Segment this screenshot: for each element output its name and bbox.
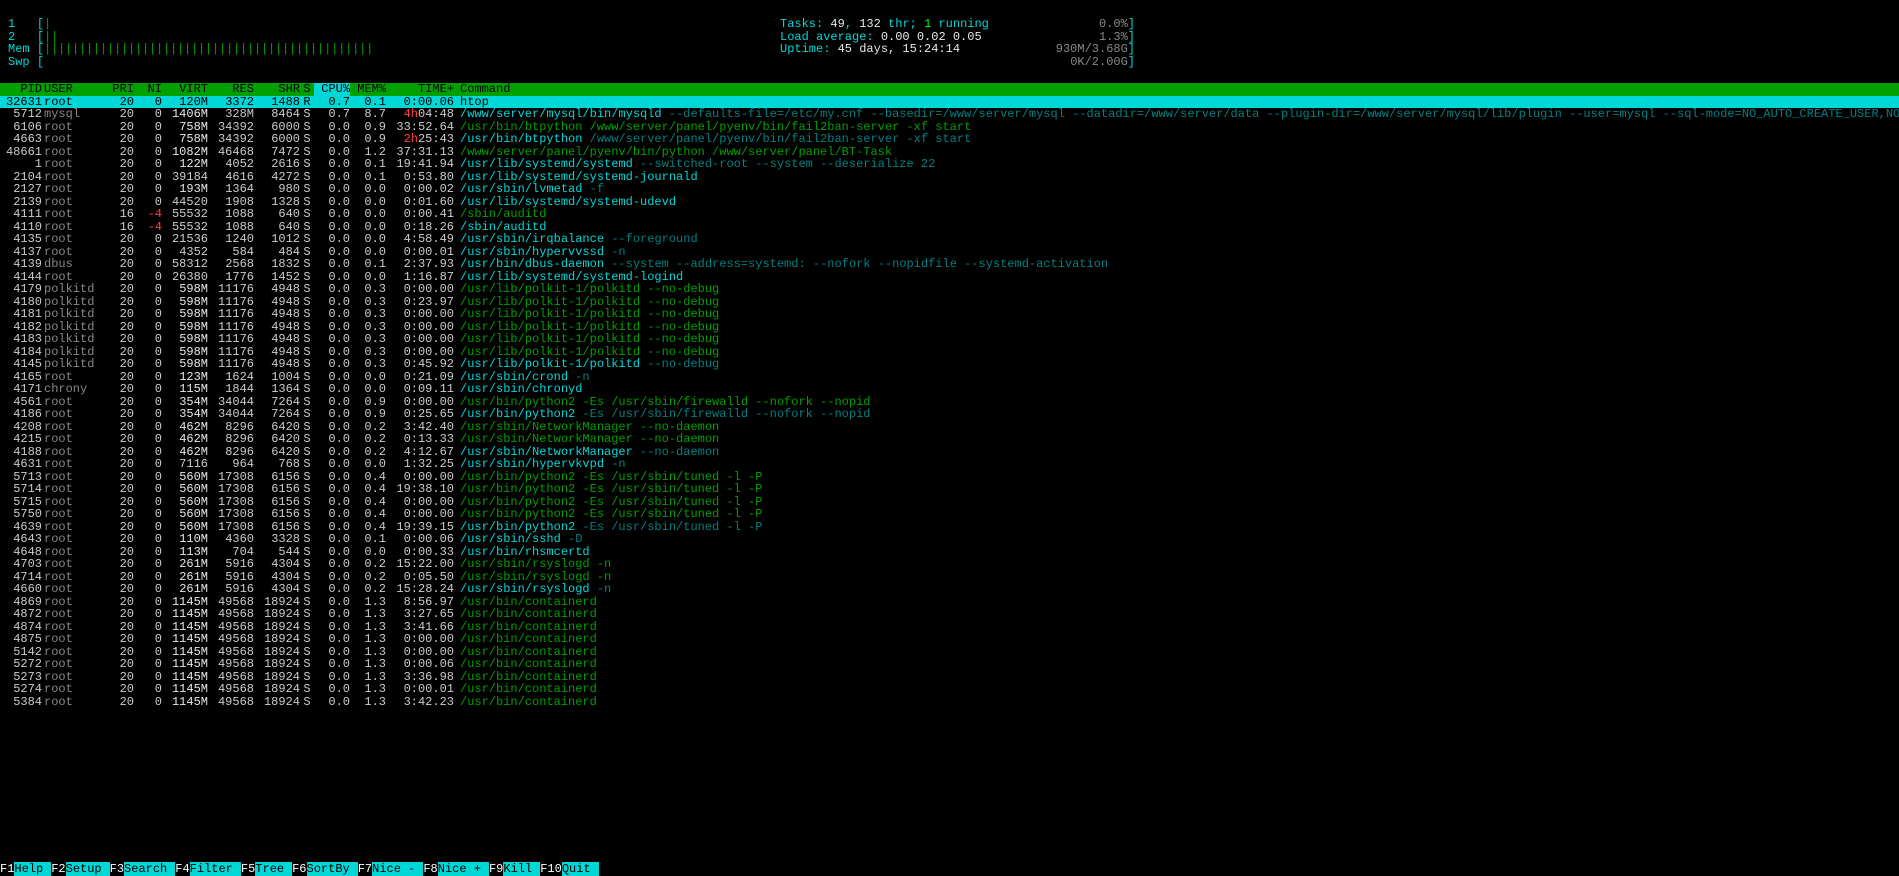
flabel-quit[interactable]: Quit — [562, 862, 599, 876]
flabel-tree[interactable]: Tree — [255, 862, 292, 876]
process-row[interactable]: 4215root200462M82966420S0.00.20:13.33/us… — [0, 433, 1899, 446]
cpu-mem-meters: 1 [| 2 [|| Mem [||||||||||||||||||||||||… — [8, 18, 373, 68]
process-row[interactable]: 4643root200110M43603328S0.00.10:00.06/us… — [0, 533, 1899, 546]
col-s[interactable]: S — [300, 83, 314, 96]
fkey-f10[interactable]: F10 — [540, 862, 562, 876]
flabel-nice +[interactable]: Nice + — [438, 862, 489, 876]
col-time[interactable]: TIME+ — [386, 83, 454, 96]
flabel-help[interactable]: Help — [14, 862, 51, 876]
swp-label: Swp — [8, 55, 30, 69]
fkey-f8[interactable]: F8 — [423, 862, 437, 876]
fkey-f4[interactable]: F4 — [175, 862, 189, 876]
process-row[interactable]: 2127root200193M1364980S0.00.00:00.02/usr… — [0, 183, 1899, 196]
process-row[interactable]: 5272root2001145M4956818924S0.01.30:00.06… — [0, 658, 1899, 671]
process-row[interactable]: 4660root200261M59164304S0.00.215:28.24/u… — [0, 583, 1899, 596]
function-key-bar[interactable]: F1HelpF2SetupF3SearchF4FilterF5TreeF6Sor… — [0, 863, 1899, 876]
process-list[interactable]: 32631root200120M33721488R0.70.10:00.06ht… — [0, 96, 1899, 709]
meter-values: 0.0%] 1.3%] 930M/3.68G] 0K/2.00G] — [1056, 18, 1135, 68]
process-row[interactable]: 4181polkitd200598M111764948S0.00.30:00.0… — [0, 308, 1899, 321]
fkey-f7[interactable]: F7 — [358, 862, 372, 876]
flabel-setup[interactable]: Setup — [66, 862, 110, 876]
swp-val: 0K/2.00G — [1070, 55, 1128, 69]
uptime-val: 45 days, 15:24:14 — [838, 42, 960, 56]
flabel-nice -[interactable]: Nice - — [372, 862, 423, 876]
process-row[interactable]: 5750root200560M173086156S0.00.40:00.00/u… — [0, 508, 1899, 521]
column-header[interactable]: PID USER PRI NI VIRT RES SHR S CPU% MEM%… — [0, 83, 1899, 96]
col-shr[interactable]: SHR — [254, 83, 300, 96]
col-user[interactable]: USER — [42, 83, 104, 96]
col-mem[interactable]: MEM% — [350, 83, 386, 96]
process-row[interactable]: 1root200122M40522616S0.00.119:41.94/usr/… — [0, 158, 1899, 171]
flabel-sortby[interactable]: SortBy — [307, 862, 358, 876]
process-row[interactable]: 4186root200354M340447264S0.00.90:25.65/u… — [0, 408, 1899, 421]
process-row[interactable]: 4631root2007116964768S0.00.01:32.25/usr/… — [0, 458, 1899, 471]
col-virt[interactable]: VIRT — [162, 83, 208, 96]
process-row[interactable]: 4135root2002153612401012S0.00.04:58.49/u… — [0, 233, 1899, 246]
process-row[interactable]: 4663root200758M343926000S0.00.92h25:43/u… — [0, 133, 1899, 146]
process-row[interactable]: 4139dbus2005831225681832S0.00.12:37.93/u… — [0, 258, 1899, 271]
process-row[interactable]: 4179polkitd200598M111764948S0.00.30:00.0… — [0, 283, 1899, 296]
process-row[interactable]: 5384root2001145M4956818924S0.01.33:42.23… — [0, 696, 1899, 709]
col-pri[interactable]: PRI — [104, 83, 134, 96]
col-cmd[interactable]: Command — [454, 83, 510, 96]
process-row[interactable]: 5274root2001145M4956818924S0.01.30:00.01… — [0, 683, 1899, 696]
process-row[interactable]: 4183polkitd200598M111764948S0.00.30:00.0… — [0, 333, 1899, 346]
process-row[interactable]: 4171chrony200115M18441364S0.00.00:09.11/… — [0, 383, 1899, 396]
process-row[interactable]: 4111root16-4555321088640S0.00.00:00.41/s… — [0, 208, 1899, 221]
col-res[interactable]: RES — [208, 83, 254, 96]
process-row[interactable]: 4875root2001145M4956818924S0.01.30:00.00… — [0, 633, 1899, 646]
system-stats: Tasks: 49, 132 thr; 1 running Load avera… — [780, 18, 989, 56]
col-ni[interactable]: NI — [134, 83, 162, 96]
fkey-f9[interactable]: F9 — [489, 862, 503, 876]
col-pid[interactable]: PID — [0, 83, 42, 96]
process-row[interactable]: 4872root2001145M4956818924S0.01.33:27.65… — [0, 608, 1899, 621]
process-row[interactable]: 4703root200261M59164304S0.00.215:22.00/u… — [0, 558, 1899, 571]
process-row[interactable]: 5714root200560M173086156S0.00.419:38.10/… — [0, 483, 1899, 496]
process-row[interactable]: 4145polkitd200598M111764948S0.00.30:45.9… — [0, 358, 1899, 371]
fkey-f3[interactable]: F3 — [110, 862, 124, 876]
flabel-kill[interactable]: Kill — [503, 862, 540, 876]
flabel-filter[interactable]: Filter — [190, 862, 241, 876]
flabel-search[interactable]: Search — [124, 862, 175, 876]
fkey-f1[interactable]: F1 — [0, 862, 14, 876]
fkey-f5[interactable]: F5 — [241, 862, 255, 876]
fkey-f6[interactable]: F6 — [292, 862, 306, 876]
col-cpu[interactable]: CPU% — [314, 83, 350, 96]
process-row[interactable]: 5712mysql2001406M328M8464S0.78.74h04:48/… — [0, 108, 1899, 121]
fkey-f2[interactable]: F2 — [51, 862, 65, 876]
